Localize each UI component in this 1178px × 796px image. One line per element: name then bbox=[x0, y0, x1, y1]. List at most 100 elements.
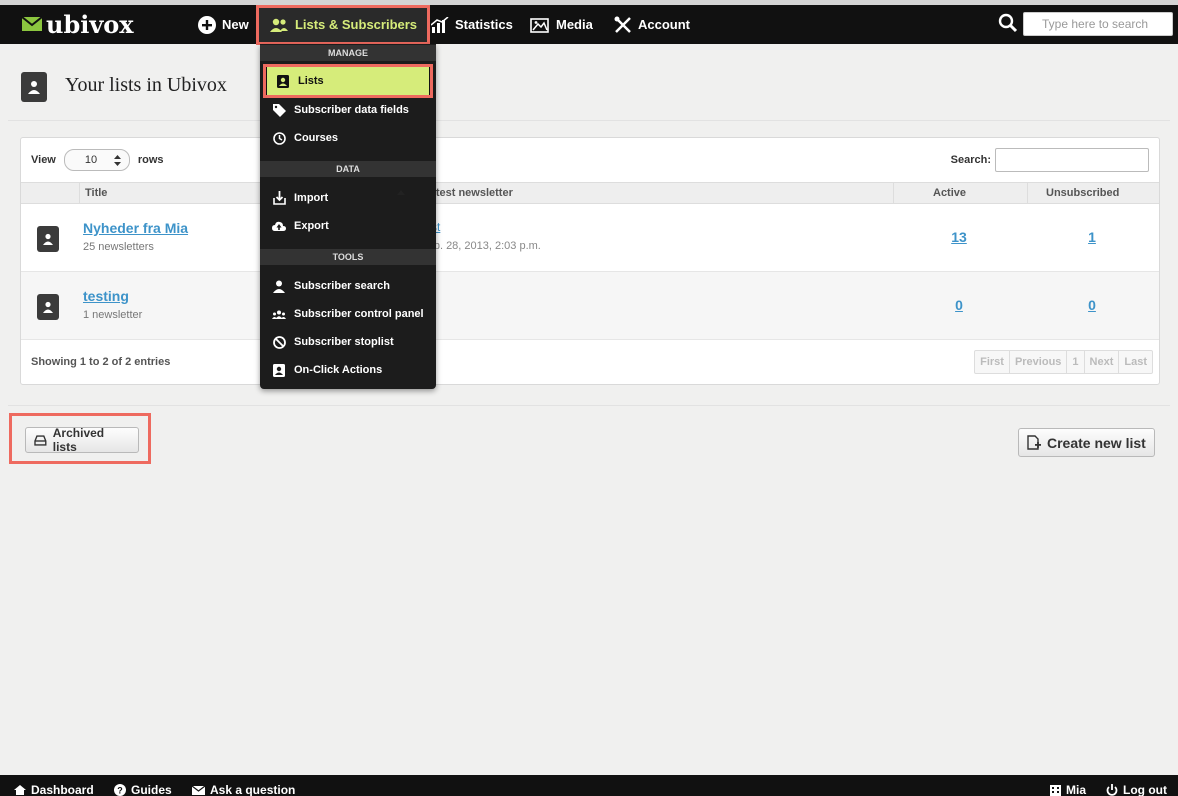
footer-dashboard[interactable]: Dashboard bbox=[14, 783, 94, 796]
tools-icon bbox=[614, 16, 631, 33]
nav-account-label: Account bbox=[638, 17, 690, 32]
footer-logout[interactable]: Log out bbox=[1106, 783, 1167, 796]
dropdown-item-subscriber-stoplist[interactable]: Subscriber stoplist bbox=[260, 328, 436, 356]
pager-first[interactable]: First bbox=[975, 351, 1010, 373]
address-book-icon bbox=[21, 72, 47, 102]
group-icon bbox=[272, 307, 286, 321]
rows-per-page-select[interactable]: 10 bbox=[63, 149, 130, 171]
logo-text: ubivox bbox=[46, 9, 134, 39]
global-search-input[interactable] bbox=[1023, 12, 1173, 36]
footer-user[interactable]: Mia bbox=[1050, 783, 1086, 796]
table-search-label: Search: bbox=[950, 154, 991, 166]
archived-lists-button[interactable]: Archived lists bbox=[25, 426, 139, 454]
col-title[interactable]: Title bbox=[85, 183, 107, 203]
users-icon bbox=[269, 18, 288, 32]
dropdown-section-manage: MANAGE bbox=[260, 45, 436, 61]
dropdown-section-tools: TOOLS bbox=[260, 249, 436, 265]
nav-lists-subscribers[interactable]: Lists & Subscribers bbox=[259, 5, 427, 44]
dropdown-item-label: Subscriber search bbox=[294, 280, 390, 292]
create-new-list-label: Create new list bbox=[1047, 434, 1146, 451]
lists-table-panel: View 10 rows Search: Title Latest newsle… bbox=[20, 137, 1160, 385]
footer-ask-question[interactable]: Ask a question bbox=[192, 783, 295, 796]
table-row: testing 1 newsletter 0 0 bbox=[21, 272, 1159, 340]
newsletter-count: 1 newsletter bbox=[83, 309, 143, 321]
footer-bar: Dashboard ? Guides Ask a question Mia Lo… bbox=[0, 775, 1178, 796]
list-title-link[interactable]: Nyheder fra Mia bbox=[83, 220, 188, 236]
nav-new[interactable]: New bbox=[198, 5, 249, 44]
plus-circle-icon bbox=[198, 15, 216, 34]
dropdown-item-label: Subscriber data fields bbox=[294, 104, 409, 116]
pagination: First Previous 1 Next Last bbox=[974, 350, 1153, 374]
archived-lists-label: Archived lists bbox=[52, 426, 105, 454]
address-book-icon bbox=[276, 74, 290, 88]
pager-page[interactable]: 1 bbox=[1067, 351, 1085, 373]
dropdown-item-export[interactable]: Export bbox=[260, 212, 436, 240]
dropdown-item-on-click-actions[interactable]: On-Click Actions bbox=[260, 356, 436, 384]
svg-text:?: ? bbox=[117, 786, 123, 796]
nav-statistics[interactable]: Statistics bbox=[431, 5, 513, 44]
tag-icon bbox=[272, 103, 286, 117]
column-divider bbox=[79, 183, 80, 203]
unsubscribed-count-link[interactable]: 1 bbox=[1072, 229, 1112, 245]
address-book-icon bbox=[37, 226, 59, 252]
dropdown-item-subscriber-control-panel[interactable]: Subscriber control panel bbox=[260, 300, 436, 328]
updown-arrows-icon bbox=[113, 154, 121, 166]
col-unsubscribed[interactable]: Unsubscribed bbox=[1046, 183, 1119, 203]
column-divider bbox=[893, 183, 894, 203]
user-icon bbox=[272, 279, 286, 293]
ban-icon bbox=[272, 335, 286, 349]
nav-lists-label: Lists & Subscribers bbox=[294, 17, 418, 32]
dropdown-item-label: Import bbox=[294, 192, 329, 204]
clock-icon bbox=[272, 131, 286, 145]
column-divider bbox=[1027, 183, 1028, 203]
inbox-icon bbox=[34, 434, 47, 446]
latest-newsletter-date: Feb. 28, 2013, 2:03 p.m. bbox=[421, 240, 541, 252]
page-title: Your lists in Ubivox bbox=[65, 74, 227, 96]
cloud-upload-icon bbox=[272, 219, 286, 233]
pager-next[interactable]: Next bbox=[1085, 351, 1120, 373]
active-count-link[interactable]: 13 bbox=[939, 229, 979, 245]
pager-previous[interactable]: Previous bbox=[1010, 351, 1068, 373]
table-row: Nyheder fra Mia 25 newsletters test Feb.… bbox=[21, 204, 1159, 272]
table-search-input[interactable] bbox=[995, 148, 1149, 172]
rows-per-page: View 10 rows bbox=[31, 149, 164, 171]
ubivox-logo[interactable]: ubivox bbox=[22, 9, 134, 39]
col-active[interactable]: Active bbox=[933, 183, 966, 203]
footer-guides[interactable]: ? Guides bbox=[114, 783, 172, 796]
search-icon[interactable] bbox=[998, 13, 1018, 33]
footer-user-label: Mia bbox=[1066, 783, 1087, 796]
unsubscribed-count-link[interactable]: 0 bbox=[1072, 297, 1112, 313]
sort-caret-icon bbox=[397, 190, 405, 195]
import-icon bbox=[272, 191, 286, 205]
dropdown-section-data: DATA bbox=[260, 161, 436, 177]
dropdown-item-label: On-Click Actions bbox=[294, 364, 383, 376]
dropdown-item-courses[interactable]: Courses bbox=[260, 124, 436, 152]
dropdown-item-import[interactable]: Import bbox=[260, 184, 436, 212]
view-label: View bbox=[31, 154, 56, 166]
table-search: Search: bbox=[951, 148, 1149, 172]
pager-last[interactable]: Last bbox=[1119, 351, 1152, 373]
active-count-link[interactable]: 0 bbox=[939, 297, 979, 313]
list-title-link[interactable]: testing bbox=[83, 288, 129, 304]
dropdown-item-subscriber-search[interactable]: Subscriber search bbox=[260, 272, 436, 300]
envelope-icon bbox=[192, 785, 205, 795]
home-icon bbox=[14, 785, 26, 795]
col-latest-newsletter[interactable]: Latest newsletter bbox=[423, 183, 513, 203]
rows-per-page-value: 10 bbox=[84, 154, 98, 166]
help-icon: ? bbox=[114, 784, 126, 796]
nav-media[interactable]: Media bbox=[530, 5, 593, 44]
nav-new-label: New bbox=[222, 17, 249, 32]
top-navbar: ubivox New Lists & Subscribers Statistic… bbox=[0, 5, 1178, 44]
table-header: Title Latest newsletter Active Unsubscri… bbox=[21, 182, 1159, 204]
newsletter-count: 25 newsletters bbox=[83, 241, 154, 253]
nav-statistics-label: Statistics bbox=[455, 17, 513, 32]
address-book-icon bbox=[272, 363, 286, 377]
nav-account[interactable]: Account bbox=[614, 5, 690, 44]
image-icon bbox=[530, 17, 549, 33]
create-new-list-button[interactable]: Create new list bbox=[1018, 428, 1155, 457]
dropdown-item-subscriber-data-fields[interactable]: Subscriber data fields bbox=[260, 96, 436, 124]
dropdown-item-lists[interactable]: Lists bbox=[265, 65, 431, 97]
lists-subscribers-dropdown: MANAGE Lists Subscriber data fields Cour… bbox=[260, 44, 436, 389]
logo-envelope-icon bbox=[22, 16, 42, 31]
add-document-icon bbox=[1027, 435, 1041, 450]
